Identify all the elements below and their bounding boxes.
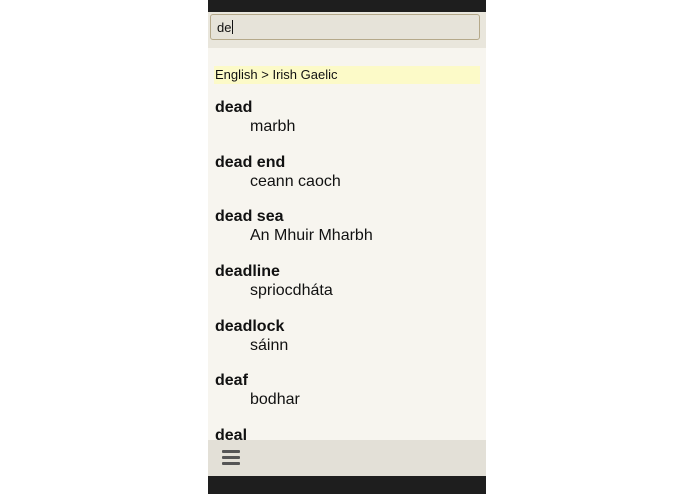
entry-translation: An Mhuir Mharbh <box>250 227 373 245</box>
entry-headword: dead <box>215 99 253 116</box>
list-item[interactable]: dead sea An Mhuir Mharbh <box>208 207 486 262</box>
screenshot-stage: de English > Irish Gaelic dead marbh dea… <box>0 0 695 494</box>
list-item[interactable]: deadline spriocdháta <box>208 262 486 317</box>
status-bar <box>208 0 486 12</box>
language-direction-label: English > Irish Gaelic <box>215 67 338 82</box>
entry-translation: marbh <box>250 118 296 135</box>
language-direction-bar[interactable]: English > Irish Gaelic <box>214 66 480 84</box>
entry-translation: ceann caoch <box>250 172 341 190</box>
list-item[interactable]: dead end ceann caoch <box>208 153 486 208</box>
navigation-bar <box>208 476 486 494</box>
search-area: de <box>208 12 486 48</box>
bottom-toolbar <box>208 440 486 476</box>
text-caret <box>232 20 234 34</box>
entry-translation: bodhar <box>250 391 300 409</box>
menu-icon-line <box>222 450 240 453</box>
dictionary-screen: de English > Irish Gaelic dead marbh dea… <box>208 12 486 476</box>
search-input[interactable]: de <box>210 14 480 40</box>
entry-headword: dead end <box>215 153 286 171</box>
hamburger-menu-icon[interactable] <box>222 450 240 466</box>
results-list: dead marbh dead end ceann caoch dead sea… <box>208 98 486 476</box>
search-input-text: de <box>217 20 232 35</box>
list-item[interactable]: deadlock sáinn <box>208 317 486 372</box>
entry-translation: spriocdháta <box>250 282 333 300</box>
entry-headword: deadlock <box>215 317 285 335</box>
list-item[interactable]: dead marbh <box>208 98 486 153</box>
list-item[interactable]: deaf bodhar <box>208 371 486 426</box>
entry-headword: dead sea <box>215 208 284 226</box>
entry-headword: deaf <box>215 372 248 390</box>
menu-icon-line <box>222 456 240 459</box>
entry-translation: sáinn <box>250 336 289 354</box>
menu-icon-line <box>222 462 240 465</box>
phone-device: de English > Irish Gaelic dead marbh dea… <box>208 0 486 494</box>
entry-headword: deadline <box>215 263 280 281</box>
